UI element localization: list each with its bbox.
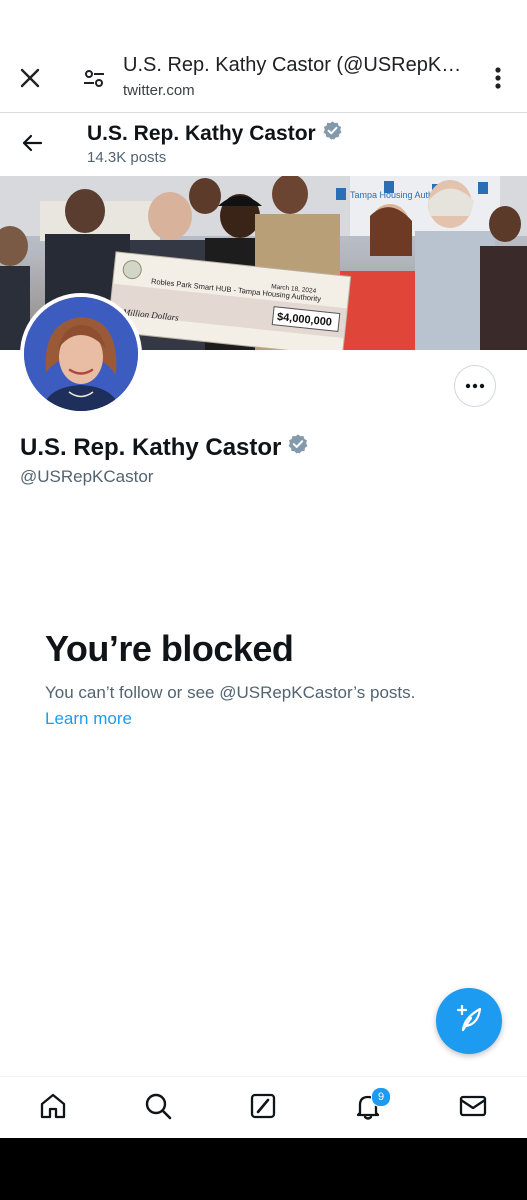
- header-name: U.S. Rep. Kathy Castor: [87, 121, 316, 145]
- nav-grok[interactable]: [246, 1091, 280, 1125]
- close-icon[interactable]: [14, 62, 46, 94]
- back-arrow-icon[interactable]: [14, 125, 50, 161]
- notification-badge: 9: [371, 1087, 391, 1107]
- more-vert-icon[interactable]: [484, 62, 512, 94]
- mail-icon: [458, 1091, 488, 1126]
- tab-url: twitter.com: [123, 82, 195, 99]
- home-icon: [38, 1091, 68, 1126]
- profile-name-text: U.S. Rep. Kathy Castor: [20, 433, 282, 461]
- compose-post-icon: [454, 1004, 484, 1039]
- nav-notifications[interactable]: 9: [351, 1087, 391, 1125]
- search-icon: [143, 1091, 173, 1126]
- learn-more-link[interactable]: Learn more: [45, 709, 132, 729]
- compose-post-button[interactable]: [436, 988, 502, 1054]
- verified-badge-icon: [322, 120, 343, 147]
- blocked-title: You’re blocked: [45, 628, 294, 669]
- header-title: U.S. Rep. Kathy Castor: [87, 120, 343, 147]
- tab-title: U.S. Rep. Kathy Castor (@USRepKCastor) /…: [123, 54, 473, 76]
- custom-tab-bar: U.S. Rep. Kathy Castor (@USRepKCastor) /…: [0, 40, 527, 113]
- nav-search[interactable]: [141, 1091, 175, 1125]
- more-horizontal-icon[interactable]: [454, 365, 496, 407]
- nav-home[interactable]: [36, 1091, 70, 1125]
- system-navigation-bar: [0, 1138, 527, 1200]
- blocked-message: You can’t follow or see @USRepKCastor’s …: [45, 683, 416, 702]
- grok-icon: [248, 1091, 278, 1126]
- nav-messages[interactable]: [456, 1091, 490, 1125]
- profile-avatar[interactable]: [20, 293, 142, 415]
- tune-icon[interactable]: [78, 62, 110, 94]
- posts-count: 14.3K posts: [87, 149, 167, 166]
- profile-handle: @USRepKCastor: [20, 467, 154, 486]
- profile-name: U.S. Rep. Kathy Castor: [20, 433, 309, 462]
- verified-badge-icon: [287, 433, 309, 462]
- bottom-navigation: 9: [0, 1076, 527, 1139]
